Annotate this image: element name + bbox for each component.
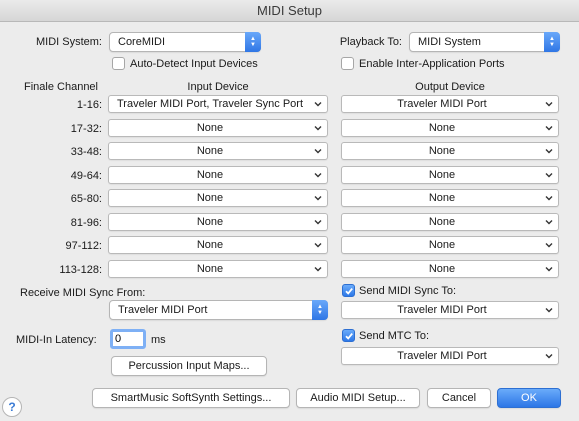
send-mtc-label: Send MTC To:	[359, 330, 430, 342]
output-device-dropdown[interactable]: None	[341, 165, 559, 184]
chevron-down-icon	[545, 125, 553, 130]
output-device-dropdown[interactable]: Traveler MIDI Port	[341, 95, 559, 113]
input-device-value: None	[196, 168, 224, 181]
chevron-down-icon	[545, 196, 553, 201]
chevron-down-icon	[314, 266, 322, 271]
input-device-dropdown[interactable]: None	[108, 212, 328, 231]
chevron-down-icon	[314, 196, 322, 201]
output-device-header: Output Device	[415, 81, 485, 93]
send-sync-value: Traveler MIDI Port	[397, 304, 487, 316]
send-mtc-value: Traveler MIDI Port	[397, 350, 487, 362]
channel-label: 1-16:	[76, 99, 102, 111]
playback-to-label: Playback To:	[339, 36, 402, 48]
channel-label: 49-64:	[70, 169, 102, 182]
latency-unit: ms	[151, 334, 166, 346]
auto-detect-label: Auto-Detect Input Devices	[130, 58, 258, 70]
channel-label: 97-112:	[65, 240, 103, 252]
chevron-down-icon	[545, 354, 553, 359]
chevron-down-icon	[314, 243, 322, 248]
playback-to-popup[interactable]: MIDI System ▲ ▼	[409, 32, 560, 52]
output-device-dropdown[interactable]: None	[341, 142, 559, 160]
input-device-dropdown[interactable]: Traveler MIDI Port, Traveler Sync Port	[108, 95, 328, 113]
input-device-value: None	[196, 192, 224, 204]
input-device-dropdown[interactable]: None	[108, 236, 328, 254]
input-device-value: None	[196, 239, 224, 251]
input-device-value: None	[196, 145, 224, 157]
output-device-value: None	[428, 145, 456, 157]
channel-label: 65-80:	[70, 193, 102, 205]
output-device-value: Traveler MIDI Port	[397, 98, 487, 110]
inter-app-label: Enable Inter-Application Ports	[359, 58, 505, 70]
output-device-value: None	[428, 192, 456, 204]
output-device-value: None	[428, 168, 456, 181]
output-device-dropdown[interactable]: None	[341, 259, 559, 278]
inter-app-checkbox[interactable]	[341, 57, 354, 70]
playback-to-value: MIDI System	[418, 36, 481, 48]
chevron-down-icon	[545, 219, 553, 224]
latency-input[interactable]	[113, 332, 143, 346]
midi-system-popup[interactable]: CoreMIDI ▲ ▼	[109, 32, 261, 52]
latency-input-wrapper	[110, 329, 146, 349]
chevron-down-icon	[314, 219, 322, 224]
output-device-value: None	[428, 239, 456, 251]
input-device-dropdown[interactable]: None	[108, 165, 328, 184]
chevron-down-icon	[545, 308, 553, 313]
input-device-dropdown[interactable]: None	[108, 259, 328, 278]
latency-label: MIDI-In Latency:	[16, 334, 97, 346]
channel-label: 17-32:	[70, 122, 102, 135]
input-device-dropdown[interactable]: None	[108, 118, 328, 137]
chevron-down-icon	[545, 266, 553, 271]
input-device-header: Input Device	[187, 81, 249, 93]
input-device-dropdown[interactable]: None	[108, 189, 328, 207]
cancel-button[interactable]: Cancel	[427, 388, 491, 408]
output-device-dropdown[interactable]: None	[341, 212, 559, 231]
output-device-dropdown[interactable]: None	[341, 189, 559, 207]
channel-label: 81-96:	[70, 216, 102, 229]
send-sync-label: Send MIDI Sync To:	[359, 285, 457, 297]
chevron-down-icon	[545, 172, 553, 177]
percussion-input-maps-button[interactable]: Percussion Input Maps...	[111, 356, 267, 376]
smartmusic-settings-button[interactable]: SmartMusic SoftSynth Settings...	[92, 388, 290, 408]
auto-detect-checkbox[interactable]	[112, 57, 125, 70]
output-device-value: None	[428, 121, 456, 134]
checkmark-icon	[345, 288, 353, 295]
audio-midi-setup-button[interactable]: Audio MIDI Setup...	[296, 388, 420, 408]
input-device-value: None	[196, 262, 224, 275]
window-title: MIDI Setup	[0, 0, 579, 22]
help-button[interactable]: ?	[2, 397, 22, 417]
output-device-dropdown[interactable]: None	[341, 118, 559, 137]
chevron-down-icon	[314, 102, 322, 107]
receive-sync-popup[interactable]: Traveler MIDI Port ▲ ▼	[109, 300, 328, 320]
up-down-arrows-icon: ▲ ▼	[245, 32, 261, 52]
chevron-down-icon	[314, 172, 322, 177]
input-device-value: None	[196, 215, 224, 228]
output-device-value: None	[428, 262, 456, 275]
chevron-down-icon	[314, 125, 322, 130]
chevron-down-icon	[314, 149, 322, 154]
ok-button[interactable]: OK	[497, 388, 561, 408]
up-down-arrows-icon: ▲ ▼	[312, 300, 328, 320]
send-sync-checkbox[interactable]	[342, 284, 355, 297]
checkmark-icon	[345, 333, 353, 340]
send-mtc-dropdown[interactable]: Traveler MIDI Port	[341, 347, 559, 365]
channel-label: 113-128:	[59, 263, 102, 276]
input-device-value: Traveler MIDI Port, Traveler Sync Port	[116, 98, 304, 110]
send-mtc-checkbox[interactable]	[342, 329, 355, 342]
channel-label: 33-48:	[70, 146, 102, 158]
finale-channel-header: Finale Channel	[24, 81, 98, 93]
midi-system-value: CoreMIDI	[118, 36, 166, 48]
chevron-down-icon	[545, 102, 553, 107]
chevron-down-icon	[545, 149, 553, 154]
receive-sync-value: Traveler MIDI Port	[118, 304, 208, 316]
send-sync-dropdown[interactable]: Traveler MIDI Port	[341, 301, 559, 319]
receive-sync-label: Receive MIDI Sync From:	[20, 287, 146, 299]
up-down-arrows-icon: ▲ ▼	[544, 32, 560, 52]
output-device-dropdown[interactable]: None	[341, 236, 559, 254]
input-device-dropdown[interactable]: None	[108, 142, 328, 160]
input-device-value: None	[196, 121, 224, 134]
midi-system-label: MIDI System:	[35, 36, 102, 48]
chevron-down-icon	[545, 243, 553, 248]
output-device-value: None	[428, 215, 456, 228]
